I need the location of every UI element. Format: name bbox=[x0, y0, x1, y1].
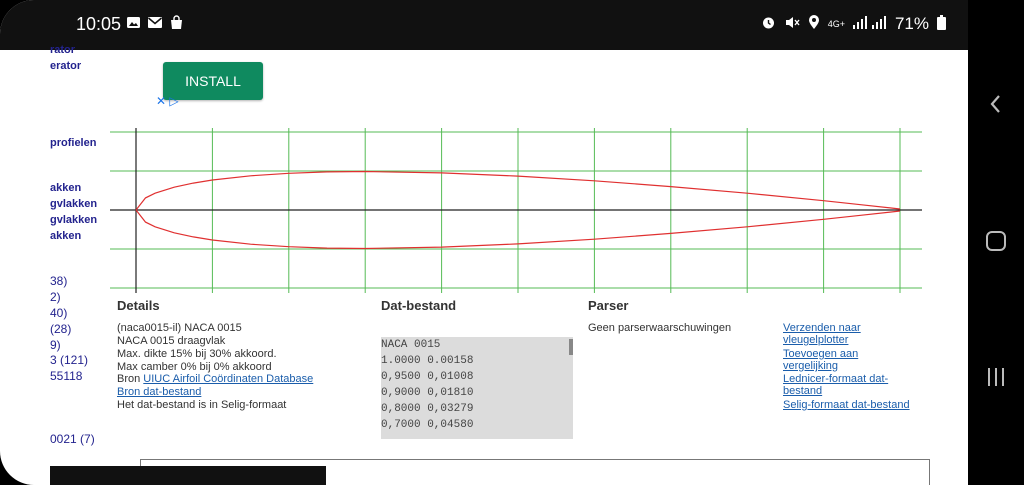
details-line: (naca0015-il) NACA 0015 bbox=[117, 322, 242, 334]
device-screen: 10:05 4G+ 71% rator erator profielen akk… bbox=[0, 0, 968, 485]
ad-controls: ✕ ▷ bbox=[156, 94, 179, 108]
sidebar-link[interactable]: rator bbox=[50, 44, 75, 56]
sidebar-link[interactable]: gvlakken bbox=[50, 198, 97, 210]
datfile-heading: Dat-bestand bbox=[381, 298, 457, 313]
details-heading: Details bbox=[117, 298, 160, 313]
system-status: 4G+ 71% bbox=[761, 14, 946, 34]
sidebar-link[interactable]: profielen bbox=[50, 137, 96, 149]
add-to-comparison-link[interactable]: Toevoegen aan vergelijking bbox=[783, 348, 858, 372]
recents-button[interactable] bbox=[968, 366, 1024, 393]
sidebar-count[interactable]: 38) bbox=[50, 274, 67, 288]
details-line: NACA 0015 draagvlak bbox=[117, 335, 226, 347]
navigation-bar bbox=[968, 0, 1024, 485]
notification-icons bbox=[126, 15, 184, 34]
airfoil-plot bbox=[110, 128, 922, 293]
details-source: Bron UIUC Airfoil Coördinaten Database bbox=[117, 373, 313, 385]
link-text: Lednicer-formaat dat- bbox=[783, 373, 889, 385]
mail-icon bbox=[147, 15, 163, 34]
sidebar-count[interactable]: (28) bbox=[50, 322, 71, 336]
datfile-textarea[interactable]: NACA 0015 1.0000 0.00158 0,9500 0,01008 … bbox=[381, 337, 573, 439]
adchoices-icon[interactable]: ▷ bbox=[169, 94, 178, 108]
selig-format-link[interactable]: Selig-formaat dat-bestand bbox=[783, 399, 910, 411]
details-line: Max. dikte 15% bij 30% akkoord. bbox=[117, 348, 277, 360]
link-text: Toevoegen aan bbox=[783, 348, 859, 360]
sidebar-count[interactable]: 2) bbox=[50, 290, 61, 304]
link-text: vergelijking bbox=[783, 360, 839, 372]
format-note: Het dat-bestand is in Selig-formaat bbox=[117, 399, 287, 411]
location-icon bbox=[808, 14, 820, 34]
home-button[interactable] bbox=[968, 230, 1024, 257]
signal-icon bbox=[852, 15, 887, 33]
clock: 10:05 bbox=[76, 14, 122, 34]
details-line: Max camber 0% bij 0% akkoord bbox=[117, 361, 272, 373]
back-icon bbox=[990, 95, 1000, 113]
sidebar-link[interactable]: akken bbox=[50, 230, 81, 242]
sidebar-count[interactable]: 55118 bbox=[50, 369, 82, 383]
alarm-icon bbox=[761, 15, 776, 34]
datfile-row: 0,9000 0,01810 bbox=[381, 387, 474, 399]
sidebar-link[interactable]: erator bbox=[50, 60, 81, 72]
bottom-banner bbox=[50, 466, 326, 485]
back-button[interactable] bbox=[968, 92, 1024, 121]
sidebar-count[interactable]: 0021 (7) bbox=[50, 432, 95, 446]
datfile-row: 0,8000 0,03279 bbox=[381, 403, 474, 415]
lednicer-format-link[interactable]: Lednicer-formaat dat-bestand bbox=[783, 373, 888, 397]
close-icon[interactable]: ✕ bbox=[156, 94, 166, 108]
network-type: 4G+ bbox=[827, 19, 845, 29]
battery-level: 71% bbox=[894, 14, 929, 33]
datfile-scrollbar[interactable] bbox=[569, 339, 573, 355]
source-database-link[interactable]: UIUC Airfoil Coördinaten Database bbox=[143, 373, 313, 385]
sidebar-count[interactable]: 40) bbox=[50, 306, 67, 320]
parser-message: Geen parserwaarschuwingen bbox=[588, 322, 732, 334]
sidebar-count[interactable]: 3 (121) bbox=[50, 353, 88, 367]
datfile-row: 0,7000 0,04580 bbox=[381, 419, 474, 431]
status-bar: 10:05 4G+ 71% bbox=[0, 0, 968, 50]
link-text: vleugelplotter bbox=[783, 334, 849, 346]
source-prefix: Bron bbox=[117, 373, 144, 385]
send-to-wing-plotter-link[interactable]: Verzenden naar vleugelplotter bbox=[783, 322, 861, 346]
web-content[interactable]: rator erator profielen akken gvlakken gv… bbox=[50, 44, 968, 485]
battery-icon bbox=[937, 14, 946, 34]
parser-heading: Parser bbox=[588, 298, 629, 313]
link-text: Verzenden naar bbox=[783, 322, 861, 334]
dat-source-link[interactable]: Bron dat-bestand bbox=[117, 386, 201, 398]
recents-icon bbox=[988, 368, 1004, 386]
link-text: bestand bbox=[783, 385, 823, 397]
datfile-row: NACA 0015 bbox=[381, 339, 441, 351]
image-icon bbox=[126, 15, 141, 34]
install-label: INSTALL bbox=[185, 73, 241, 89]
sidebar-count[interactable]: 9) bbox=[50, 338, 61, 352]
datfile-row: 0,9500 0,01008 bbox=[381, 371, 474, 383]
home-icon bbox=[986, 231, 1006, 251]
shopping-bag-icon bbox=[169, 15, 184, 34]
mute-icon bbox=[784, 15, 800, 34]
sidebar-link[interactable]: akken bbox=[50, 182, 81, 194]
link-text: Selig-formaat dat-bestand bbox=[783, 399, 910, 411]
sidebar-link[interactable]: gvlakken bbox=[50, 214, 97, 226]
datfile-row: 1.0000 0.00158 bbox=[381, 355, 474, 367]
